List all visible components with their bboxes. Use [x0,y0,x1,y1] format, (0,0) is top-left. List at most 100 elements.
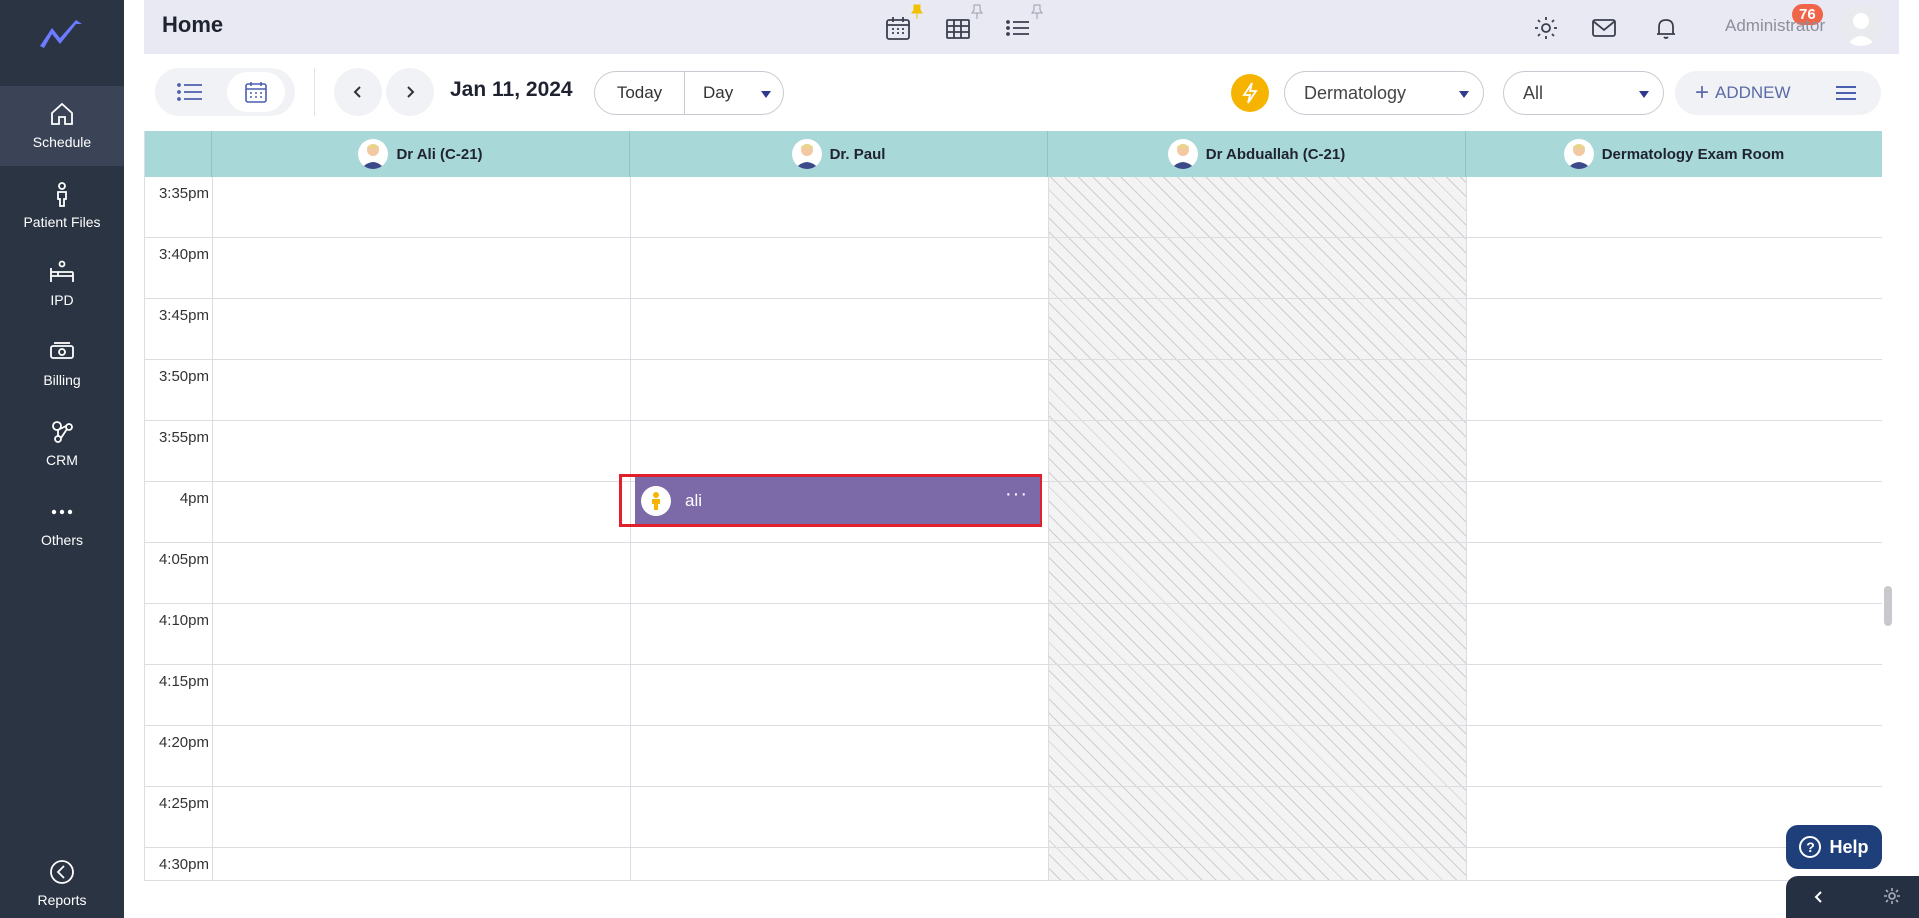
add-new-label: ADDNEW [1715,83,1791,102]
time-label: 4:30pm [158,856,209,873]
time-slot-row[interactable]: 4:05pm [145,543,1882,604]
sidebar-item-label: Schedule [32,134,92,150]
appointment-patient-name: ali [685,490,703,510]
column-header[interactable]: Dermatology Exam Room [1466,131,1882,177]
calendar-icon[interactable] [884,14,912,42]
time-slot-row[interactable]: 3:40pm [145,238,1882,299]
column-title: Dr Ali (C-21) [396,145,483,163]
time-slot-row[interactable]: 3:45pm [145,299,1882,360]
date-controls: Today Day [594,71,784,115]
menu-icon[interactable] [1835,84,1857,102]
time-slot-row[interactable]: 4:30pm [145,848,1882,880]
next-day-button[interactable] [386,68,434,116]
bell-icon[interactable] [1652,14,1680,42]
grid-view-icon[interactable] [944,14,972,42]
question-icon: ? [1799,836,1822,858]
time-column-header [145,131,212,177]
column-header[interactable]: Dr. Paul [630,131,1048,177]
vertical-scrollbar[interactable] [1884,586,1892,626]
list-view-icon[interactable] [1004,14,1032,42]
time-slot-row[interactable]: 4:10pm [145,604,1882,665]
time-label: 4pm [179,490,209,507]
mail-icon[interactable] [1590,14,1618,42]
view-toggle [155,68,295,116]
sidebar-item-label: Billing [43,372,81,388]
time-slot-row[interactable]: 3:50pm [145,360,1882,421]
view-select[interactable]: Day [685,72,783,114]
gear-icon[interactable] [1532,14,1560,42]
time-label: 3:55pm [158,429,209,446]
sidebar-item-reports[interactable]: Reports [0,848,124,918]
pin-icon[interactable] [1030,4,1044,20]
time-label: 3:40pm [158,246,209,263]
column-header[interactable]: Dr Abduallah (C-21) [1048,131,1466,177]
chevron-left-icon[interactable] [1812,890,1826,904]
sidebar-item-patient-files[interactable]: Patient Files [0,166,124,246]
today-button[interactable]: Today [595,72,685,114]
column-title: Dr. Paul [829,145,886,163]
sidebar-item-ipd[interactable]: IPD [0,244,124,324]
filter-value: All [1523,82,1544,103]
previous-day-button[interactable] [334,68,382,116]
doctor-avatar [1167,139,1198,169]
help-button[interactable]: ? Help [1786,825,1882,869]
time-label: 4:15pm [158,673,209,690]
pinned-icon [911,4,923,19]
appointment-menu-button[interactable]: ··· [1005,483,1028,506]
sidebar-item-label: Others [40,532,83,548]
sidebar-item-label: IPD [50,292,74,308]
sidebar: Schedule Patient Files IPD Billing CRM O… [0,0,124,918]
add-new-button[interactable]: + ADDNEW [1675,71,1881,115]
cash-icon [50,342,74,359]
user-avatar[interactable] [1841,6,1881,46]
sidebar-item-others[interactable]: Others [0,484,124,564]
sidebar-item-label: Patient Files [23,214,101,230]
time-slot-row[interactable]: 4:20pm [145,726,1882,787]
sidebar-item-schedule[interactable]: Schedule [0,86,124,166]
caret-down-icon [1459,91,1469,98]
current-date[interactable]: Jan 11, 2024 [450,78,573,102]
filter-select[interactable]: All [1503,71,1664,115]
more-icon [51,509,73,515]
column-title: Dermatology Exam Room [1601,145,1785,163]
column-header[interactable]: Dr Ali (C-21) [212,131,630,177]
caret-down-icon [1639,91,1649,98]
list-view-button[interactable] [161,72,219,112]
calendar-view-button[interactable] [227,72,285,112]
time-slot-row[interactable]: 4:15pm [145,665,1882,726]
network-icon [52,421,73,443]
time-slot-row[interactable]: 4:25pm [145,787,1882,848]
patient-avatar [641,485,671,516]
bottom-dock [1786,876,1919,918]
list-icon [177,83,202,101]
room-avatar [1563,139,1594,169]
calendar-icon [245,82,267,103]
app-logo[interactable] [36,14,86,54]
divider [314,68,315,116]
time-slot-row[interactable]: 3:35pm [145,177,1882,238]
time-slot-row[interactable]: 3:55pm [145,421,1882,482]
time-label: 4:25pm [158,795,209,812]
department-select[interactable]: Dermatology [1284,71,1484,115]
time-label: 4:10pm [158,612,209,629]
doctor-avatar [791,139,822,169]
doctor-icon [361,144,386,169]
sidebar-item-crm[interactable]: CRM [0,404,124,484]
view-select-value: Day [703,83,734,102]
sidebar-item-billing[interactable]: Billing [0,324,124,404]
user-name[interactable]: Administrator [1725,16,1825,36]
pin-icon[interactable] [970,4,984,20]
time-label: 4:05pm [158,551,209,568]
lightning-icon [1242,82,1258,104]
doctor-icon [794,144,819,169]
time-label: 3:35pm [158,185,209,202]
time-label: 3:50pm [158,368,209,385]
quick-action-button[interactable] [1231,74,1269,112]
doctor-icon [1170,144,1195,169]
avatar-icon [1846,13,1876,46]
bed-icon [50,260,74,282]
gear-icon[interactable] [1882,886,1902,906]
sidebar-item-label: Reports [37,892,87,908]
doctor-icon [1566,144,1591,169]
appointment-card[interactable]: ali ··· [635,477,1040,524]
